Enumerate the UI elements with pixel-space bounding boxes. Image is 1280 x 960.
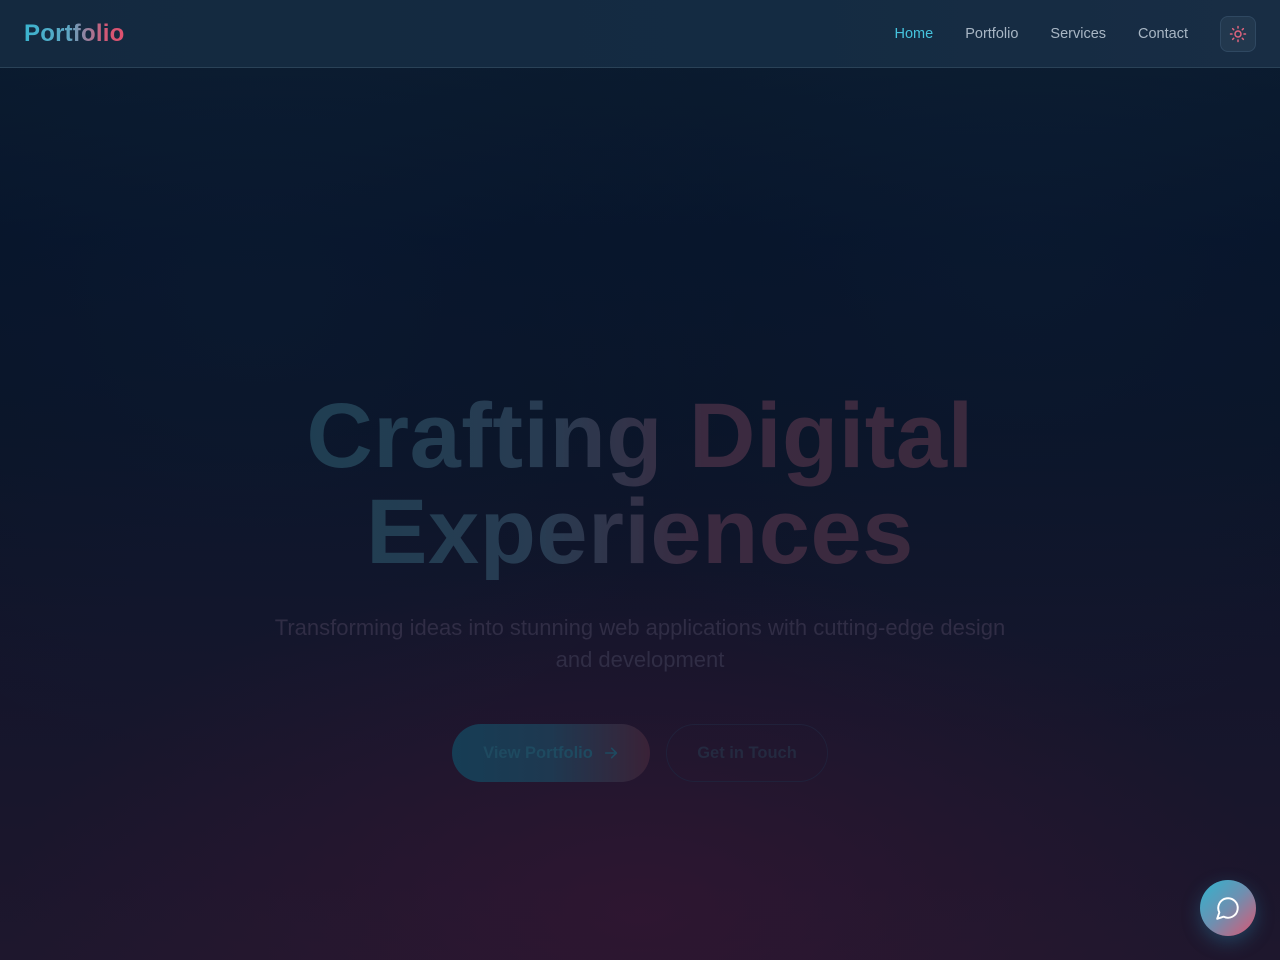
- navbar: Portfolio Home Portfolio Services Contac…: [0, 0, 1280, 68]
- sun-icon: [1229, 25, 1247, 42]
- nav-links: Home Portfolio Services Contact: [895, 26, 1188, 42]
- hero-title-line-1: Crafting Digital: [306, 385, 974, 487]
- site-logo[interactable]: Portfolio: [24, 20, 124, 48]
- nav-link-contact[interactable]: Contact: [1138, 26, 1188, 42]
- hero-subtitle: Transforming ideas into stunning web app…: [274, 615, 1006, 672]
- get-in-touch-button[interactable]: Get in Touch: [666, 724, 828, 782]
- chat-bubble-icon: [1216, 897, 1239, 920]
- arrow-right-icon: [604, 747, 617, 759]
- hero-actions: View Portfolio Get in Touch: [452, 724, 828, 782]
- hero-title: Crafting Digital Experiences: [306, 388, 973, 580]
- view-portfolio-button[interactable]: View Portfolio: [452, 724, 650, 782]
- nav-link-services[interactable]: Services: [1050, 26, 1106, 42]
- nav-right: Home Portfolio Services Contact: [895, 15, 1256, 52]
- nav-link-home[interactable]: Home: [895, 26, 934, 42]
- chat-button[interactable]: [1200, 880, 1256, 936]
- nav-link-portfolio[interactable]: Portfolio: [965, 26, 1018, 42]
- theme-toggle-button[interactable]: [1220, 15, 1256, 52]
- hero-title-line-2: Experiences: [366, 481, 914, 583]
- hero-section: Crafting Digital Experiences Transformin…: [0, 68, 1280, 960]
- view-portfolio-label: View Portfolio: [483, 743, 593, 762]
